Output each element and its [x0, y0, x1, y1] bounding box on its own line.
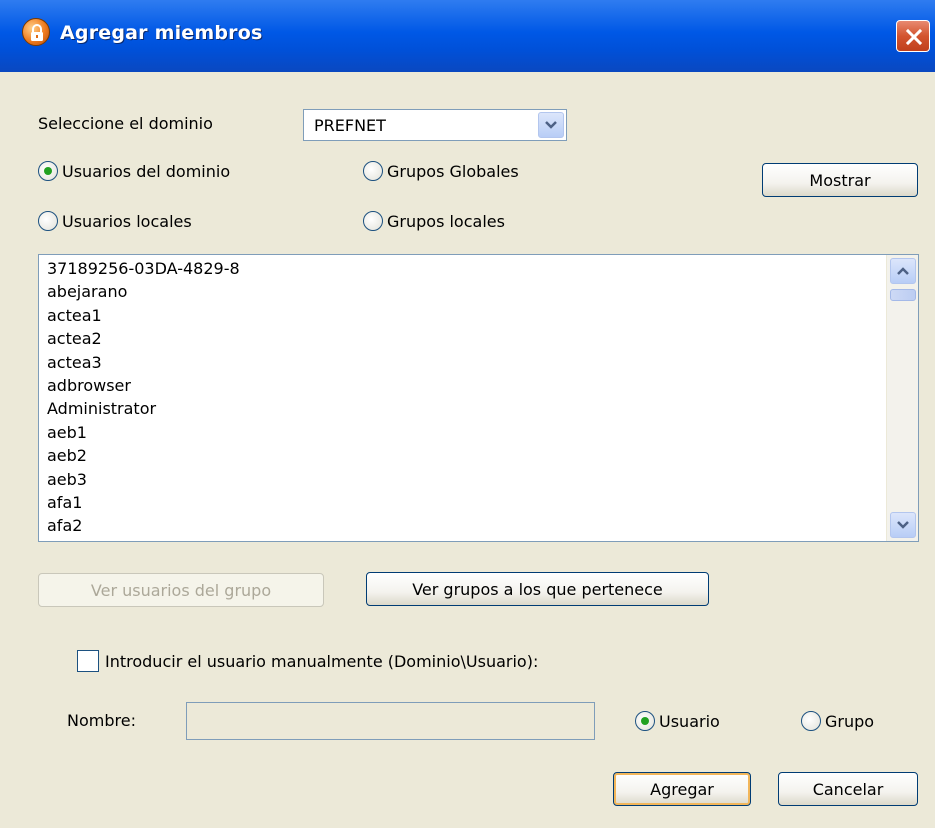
chevron-down-icon: [545, 121, 557, 129]
radio-button[interactable]: [801, 711, 821, 731]
radio-domain-users[interactable]: Usuarios del dominio: [38, 161, 230, 181]
view-member-groups-button[interactable]: Ver grupos a los que pertenece: [366, 572, 709, 606]
view-group-users-button[interactable]: Ver usuarios del grupo: [38, 573, 324, 607]
list-item[interactable]: actea2: [47, 327, 918, 350]
dropdown-button[interactable]: [538, 112, 564, 138]
radio-button[interactable]: [38, 161, 58, 181]
manual-entry-checkbox[interactable]: [77, 650, 99, 672]
radio-local-groups-label: Grupos locales: [387, 211, 505, 231]
list-item[interactable]: actea1: [47, 304, 918, 327]
scroll-thumb[interactable]: [890, 289, 916, 301]
domain-select-value: PREFNET: [314, 116, 386, 135]
manual-entry-label: Introducir el usuario manualmente (Domin…: [105, 652, 539, 671]
chevron-down-icon: [897, 521, 909, 529]
radio-global-groups[interactable]: Grupos Globales: [363, 161, 519, 181]
radio-button[interactable]: [363, 211, 383, 231]
radio-local-groups[interactable]: Grupos locales: [363, 211, 505, 231]
members-list: 37189256-03DA-4829-8 abejarano actea1 ac…: [39, 255, 918, 538]
list-item[interactable]: afa1: [47, 491, 918, 514]
radio-type-group-label: Grupo: [825, 711, 875, 731]
add-members-dialog: Agregar miembros Seleccione el dominio P…: [0, 0, 935, 828]
radio-local-users[interactable]: Usuarios locales: [38, 211, 192, 231]
close-button[interactable]: [896, 20, 930, 52]
window-title: Agregar miembros: [60, 22, 263, 44]
members-listbox[interactable]: 37189256-03DA-4829-8 abejarano actea1 ac…: [38, 254, 919, 542]
list-item[interactable]: aeb2: [47, 444, 918, 467]
list-item[interactable]: Administrator: [47, 397, 918, 420]
radio-type-user-label: Usuario: [659, 711, 720, 731]
radio-button[interactable]: [635, 711, 655, 731]
lock-icon: [22, 18, 50, 46]
domain-select[interactable]: PREFNET: [303, 109, 567, 141]
list-item[interactable]: abejarano: [47, 280, 918, 303]
radio-button[interactable]: [363, 161, 383, 181]
title-bar[interactable]: Agregar miembros: [0, 0, 935, 72]
list-item[interactable]: afa2: [47, 514, 918, 537]
show-button[interactable]: Mostrar: [762, 163, 918, 197]
list-item[interactable]: actea3: [47, 351, 918, 374]
vertical-scrollbar[interactable]: [886, 255, 918, 541]
radio-domain-users-label: Usuarios del dominio: [62, 161, 231, 181]
scroll-down-button[interactable]: [890, 512, 916, 538]
name-label: Nombre:: [67, 711, 136, 730]
radio-type-group[interactable]: Grupo: [801, 711, 874, 731]
radio-global-groups-label: Grupos Globales: [387, 161, 519, 181]
radio-button[interactable]: [38, 211, 58, 231]
scroll-up-button[interactable]: [890, 258, 916, 284]
add-button[interactable]: Agregar: [613, 772, 751, 806]
name-field[interactable]: [186, 702, 595, 740]
list-item[interactable]: 37189256-03DA-4829-8: [47, 257, 918, 280]
radio-local-users-label: Usuarios locales: [62, 211, 192, 231]
domain-label: Seleccione el dominio: [38, 114, 213, 133]
radio-type-user[interactable]: Usuario: [635, 711, 720, 731]
cancel-button[interactable]: Cancelar: [778, 772, 918, 806]
list-item[interactable]: aeb1: [47, 421, 918, 444]
close-icon: [905, 28, 923, 46]
list-item[interactable]: adbrowser: [47, 374, 918, 397]
list-item[interactable]: aeb3: [47, 468, 918, 491]
chevron-up-icon: [897, 267, 909, 275]
